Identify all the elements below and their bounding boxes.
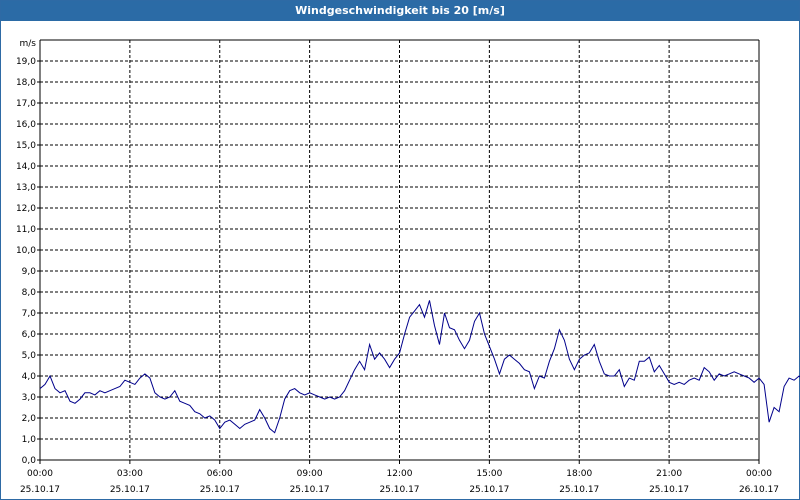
- x-tick-time-label: 00:00: [746, 469, 772, 479]
- y-tick-label: 15,0: [16, 141, 36, 151]
- y-tick-label: 16,0: [16, 120, 36, 130]
- y-tick-labels: 0,0 1,0 2,0 3,0 4,0 5,0 6,0 7,0 8,0 9,0 10,0 11,0 12…: [16, 57, 36, 466]
- y-tick-label: 11,0: [16, 225, 36, 235]
- x-tick-time-label: 09:00: [297, 469, 323, 479]
- y-tick-label: 12,0: [16, 204, 36, 214]
- y-tick-label: 14,0: [16, 162, 36, 172]
- x-tick-time-label: 21:00: [656, 469, 682, 479]
- y-tick-label: 9,0: [22, 267, 37, 277]
- y-tick-label: 0,0: [22, 456, 37, 466]
- y-tick-label: 8,0: [22, 288, 37, 298]
- x-tick-time-label: 03:00: [117, 469, 143, 479]
- y-tick-label: 18,0: [16, 78, 36, 88]
- x-tick-time-label: 00:00: [27, 469, 53, 479]
- y-tick-label: 19,0: [16, 57, 36, 67]
- x-tick-time-label: 18:00: [566, 469, 592, 479]
- grid-lines: [40, 40, 759, 460]
- x-tick-date-label: 25.10.17: [290, 485, 330, 495]
- series: [39, 300, 800, 434]
- y-tick-label: 4,0: [22, 372, 37, 382]
- x-tick-date-label: 25.10.17: [379, 485, 419, 495]
- x-tick-time-label: 06:00: [207, 469, 233, 479]
- x-tick-time-label: 12:00: [387, 469, 413, 479]
- x-tick-date-label: 26.10.17: [739, 485, 779, 495]
- x-tick-date-label: 25.10.17: [649, 485, 689, 495]
- wind-speed-chart: m/s 0,0 1,0 2,0 3,0 4,0 5,0 6,0 7,0 8,0 9,0 10,0 11…: [16, 39, 800, 495]
- x-tick-date-label: 25.10.17: [20, 485, 60, 495]
- x-tick-date-label: 25.10.17: [469, 485, 509, 495]
- y-tick-label: 5,0: [22, 351, 37, 361]
- x-tick-date-label: 25.10.17: [110, 485, 150, 495]
- wind-speed-series-line: [39, 300, 800, 434]
- x-tick-date-label: 25.10.17: [200, 485, 240, 495]
- y-tick-label: 17,0: [16, 99, 36, 109]
- x-tick-labels: 00:00 25.10.17 03:00 25.10.17 06:00 25.10.17 0…: [20, 469, 779, 495]
- y-tick-label: 7,0: [22, 309, 37, 319]
- y-tick-label: 10,0: [16, 246, 36, 256]
- y-tick-label: 13,0: [16, 183, 36, 193]
- y-tick-label: 6,0: [22, 330, 37, 340]
- y-tick-label: 3,0: [22, 393, 37, 403]
- y-axis-label: m/s: [20, 39, 37, 49]
- y-tick-label: 1,0: [22, 435, 37, 445]
- y-tick-label: 2,0: [22, 414, 37, 424]
- axes: [37, 39, 760, 464]
- x-tick-time-label: 15:00: [476, 469, 502, 479]
- x-tick-date-label: 25.10.17: [559, 485, 599, 495]
